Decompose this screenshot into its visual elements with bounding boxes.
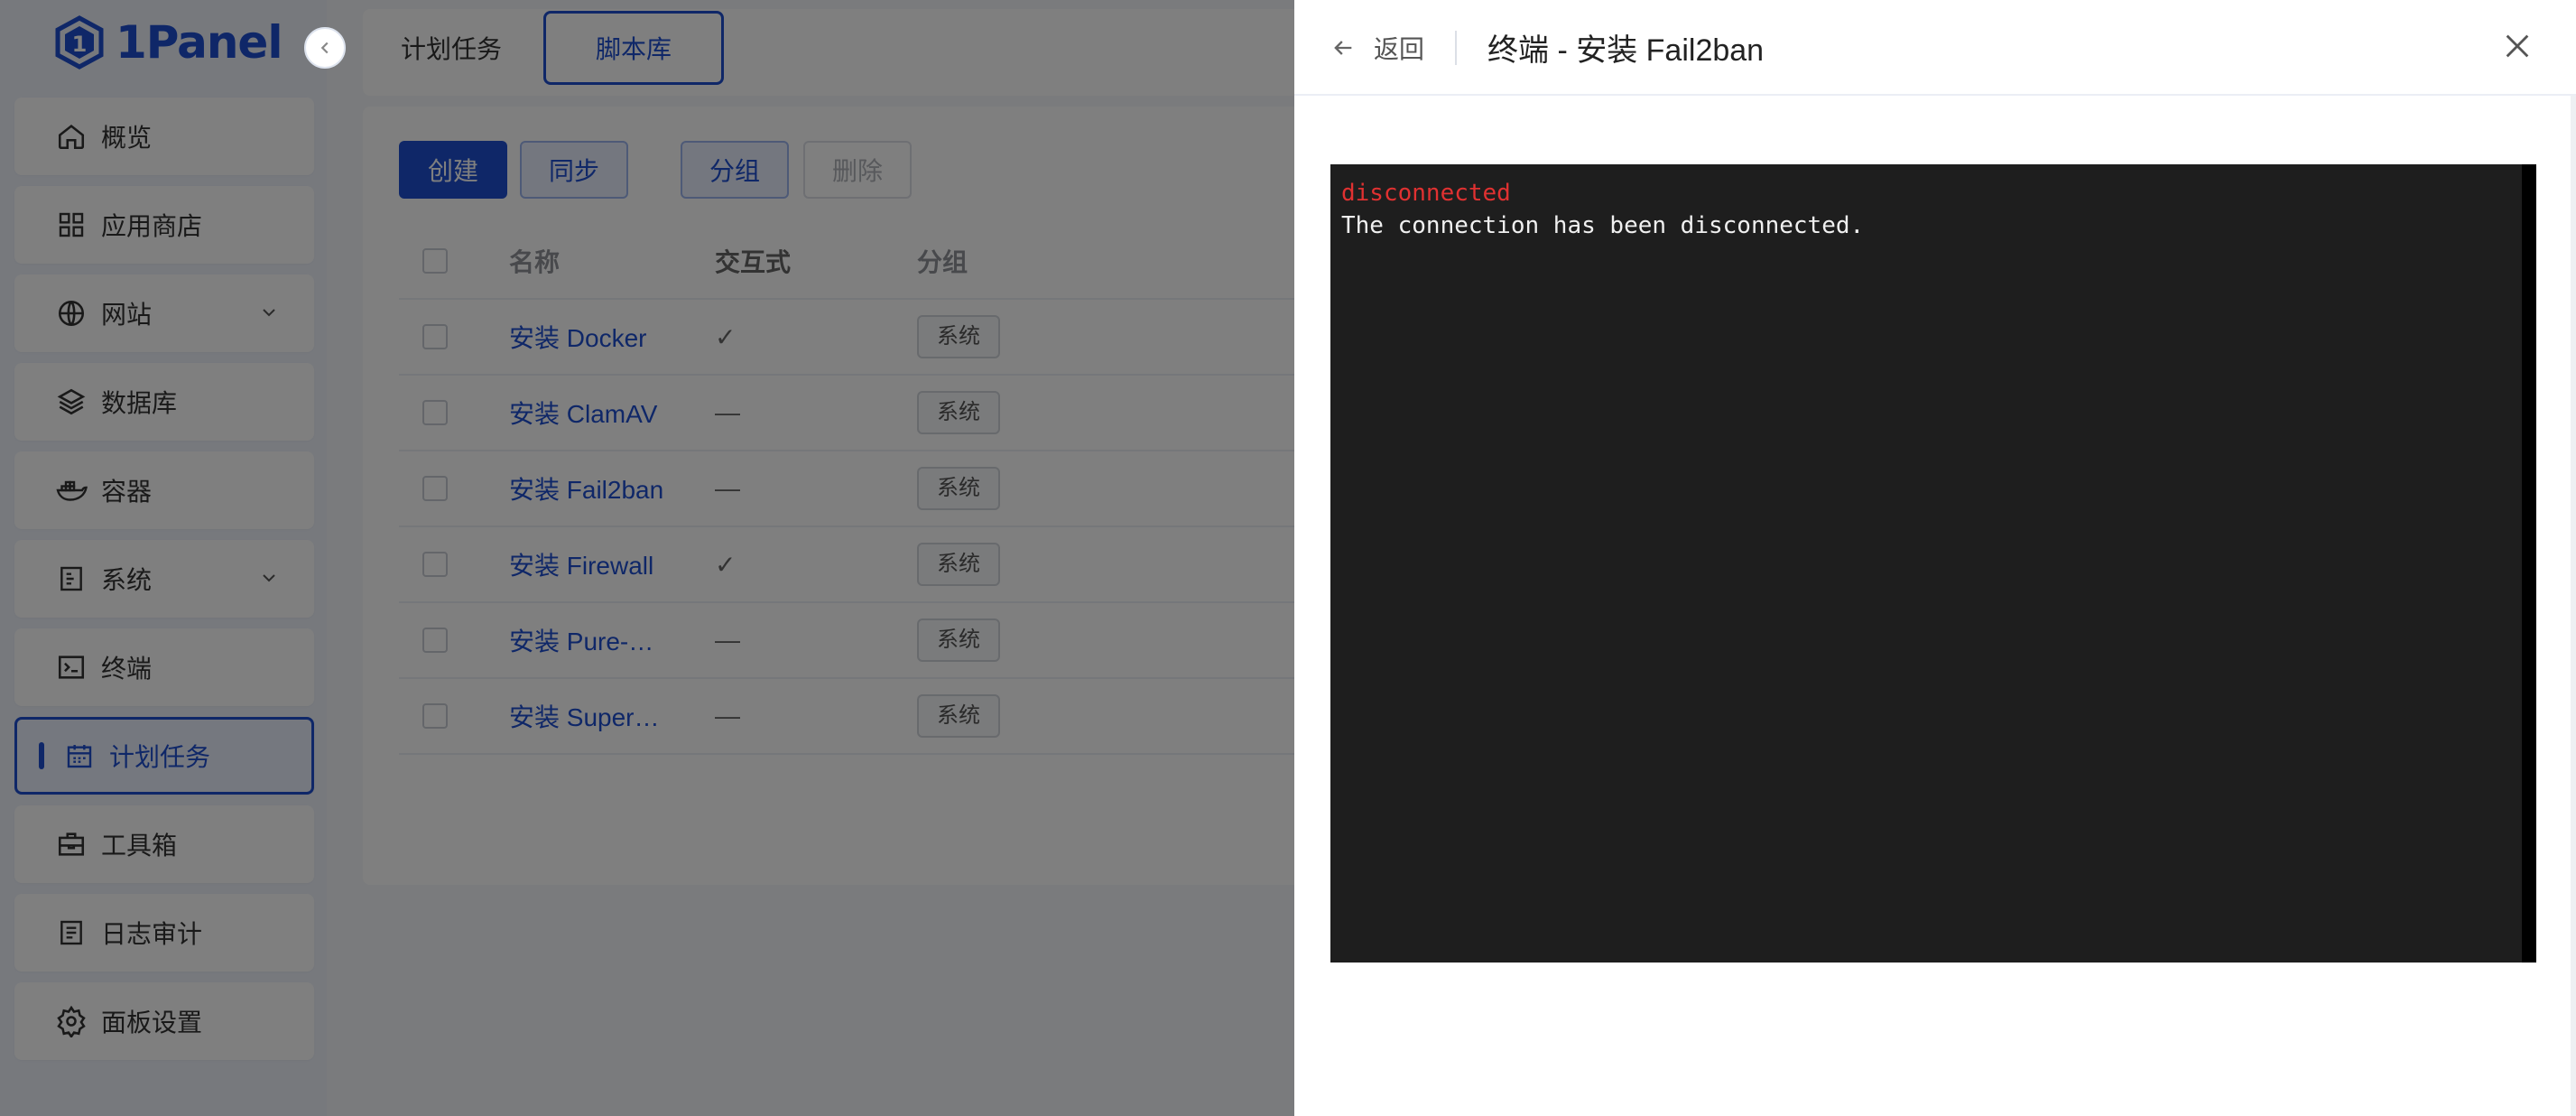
collapse-sidebar-button[interactable] [304, 27, 346, 69]
back-button[interactable]: 返回 [1330, 27, 1424, 69]
arrow-left-icon [1334, 41, 1352, 55]
drawer-title: 终端 - 安装 Fail2ban [1487, 33, 1765, 68]
terminal-drawer: 返回 终端 - 安装 Fail2ban disconnected The con… [1294, 0, 2576, 1116]
terminal-line: The connection has been disconnected. [1341, 212, 1865, 239]
drawer-header: 返回 终端 - 安装 Fail2ban [1294, 0, 2576, 96]
back-label: 返回 [1374, 35, 1425, 63]
terminal-scrollbar[interactable] [2522, 164, 2536, 963]
chevron-left-icon [320, 42, 329, 54]
close-icon[interactable] [2502, 31, 2533, 61]
header-divider [1455, 31, 1457, 65]
terminal-output[interactable]: disconnected The connection has been dis… [1330, 164, 2536, 963]
modal-overlay[interactable] [0, 0, 1294, 1116]
drawer-scrollbar[interactable] [2571, 96, 2576, 1116]
terminal-line: disconnected [1341, 180, 1511, 207]
